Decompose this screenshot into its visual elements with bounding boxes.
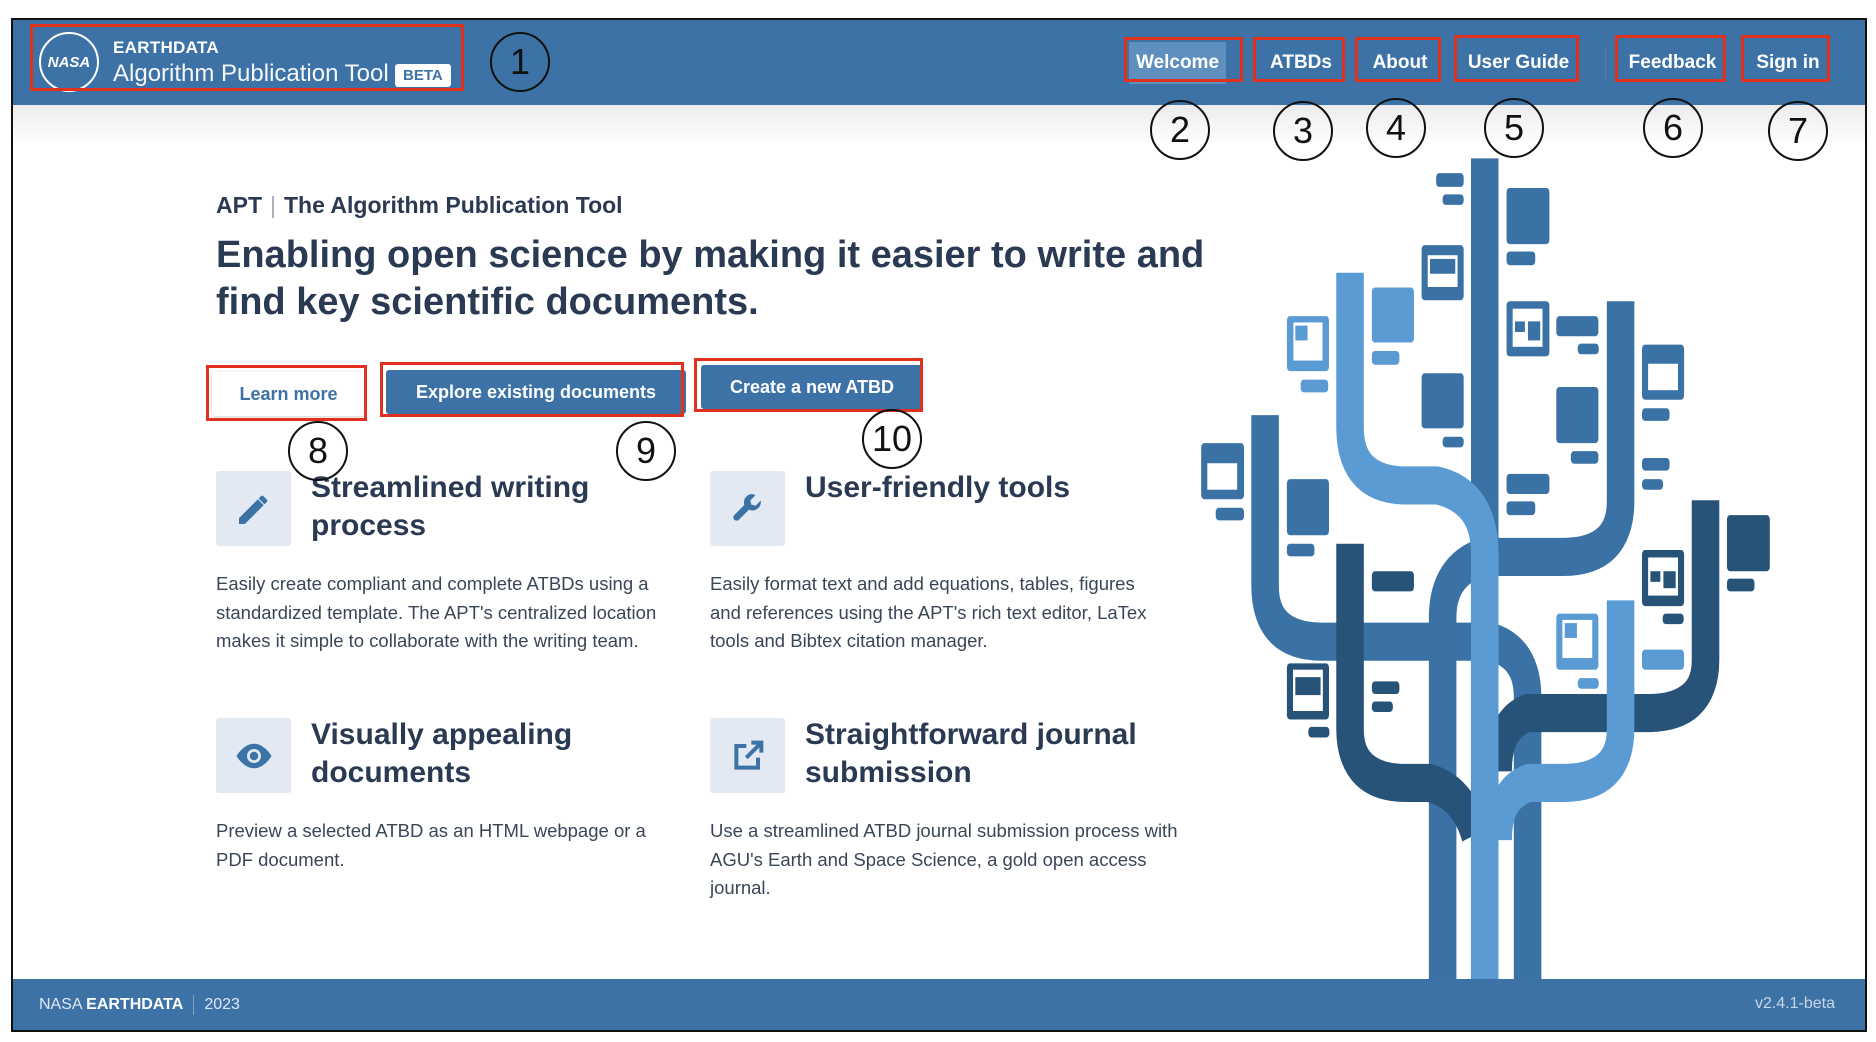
annotation-marker: 2 — [1150, 100, 1210, 160]
annotation-marker: 4 — [1366, 98, 1426, 158]
annotation-marker: 5 — [1484, 98, 1544, 158]
nav-sign-in[interactable]: Sign in — [1745, 42, 1831, 84]
annotation-marker: 10 — [862, 409, 922, 469]
feature-description: Preview a selected ATBD as an HTML webpa… — [216, 820, 646, 870]
nasa-logo-icon[interactable]: NASA — [39, 32, 99, 92]
annotation-marker: 3 — [1273, 101, 1333, 161]
learn-more-button[interactable]: Learn more — [212, 372, 365, 416]
breadcrumb-long: The Algorithm Publication Tool — [283, 192, 623, 218]
feature-description: Easily create compliant and complete ATB… — [216, 573, 657, 651]
footer-earthdata[interactable]: EARTHDATA — [86, 996, 183, 1013]
pencil-icon — [216, 471, 291, 546]
feature-description: Use a streamlined ATBD journal submissio… — [710, 820, 1178, 898]
wrench-icon — [710, 471, 785, 546]
beta-badge: BETA — [395, 64, 451, 87]
app-window: NASA EARTHDATA Algorithm Publication Too… — [11, 18, 1867, 1032]
annotation-marker: 8 — [288, 421, 348, 481]
annotation-marker: 9 — [616, 421, 676, 481]
annotation-marker: 1 — [490, 32, 550, 92]
feature-description: Easily format text and add equations, ta… — [710, 573, 1147, 651]
feature-title: Visually appealing documents — [311, 718, 573, 789]
eye-icon — [216, 718, 291, 793]
annotation-marker: 6 — [1643, 98, 1703, 158]
feature-title: User-friendly tools — [805, 471, 1071, 504]
create-atbd-button[interactable]: Create a new ATBD — [701, 365, 923, 409]
feature-title: Straightforward journal submission — [805, 718, 1137, 789]
brand-earthdata[interactable]: EARTHDATA — [113, 38, 219, 58]
nav-atbds[interactable]: ATBDs — [1257, 42, 1345, 84]
document-tree-illustration — [1201, 158, 1770, 982]
feature-title: Streamlined writing process — [311, 471, 590, 542]
top-navbar: NASA EARTHDATA Algorithm Publication Too… — [13, 20, 1865, 105]
footer: NASA EARTHDATA 2023 v2.4.1-beta — [13, 979, 1865, 1030]
footer-brand: NASA EARTHDATA 2023 — [39, 995, 240, 1015]
external-link-icon — [710, 718, 785, 793]
explore-documents-button[interactable]: Explore existing documents — [386, 370, 686, 414]
nav-about[interactable]: About — [1359, 42, 1441, 84]
footer-org: NASA — [39, 996, 82, 1014]
nav-divider — [1605, 46, 1606, 82]
app-title[interactable]: Algorithm Publication Tool — [113, 60, 389, 88]
page-headline: Enabling open science by making it easie… — [216, 234, 1205, 323]
nav-user-guide[interactable]: User Guide — [1458, 42, 1579, 84]
nav-welcome[interactable]: Welcome — [1129, 42, 1226, 84]
breadcrumb: APT | The Algorithm Publication Tool — [216, 192, 623, 218]
nav-feedback[interactable]: Feedback — [1619, 42, 1726, 84]
annotation-marker: 7 — [1768, 101, 1828, 161]
breadcrumb-short: APT — [216, 192, 262, 218]
app-version: v2.4.1-beta — [1754, 995, 1835, 1012]
header-shadow — [13, 105, 1865, 145]
footer-year: 2023 — [204, 996, 240, 1014]
